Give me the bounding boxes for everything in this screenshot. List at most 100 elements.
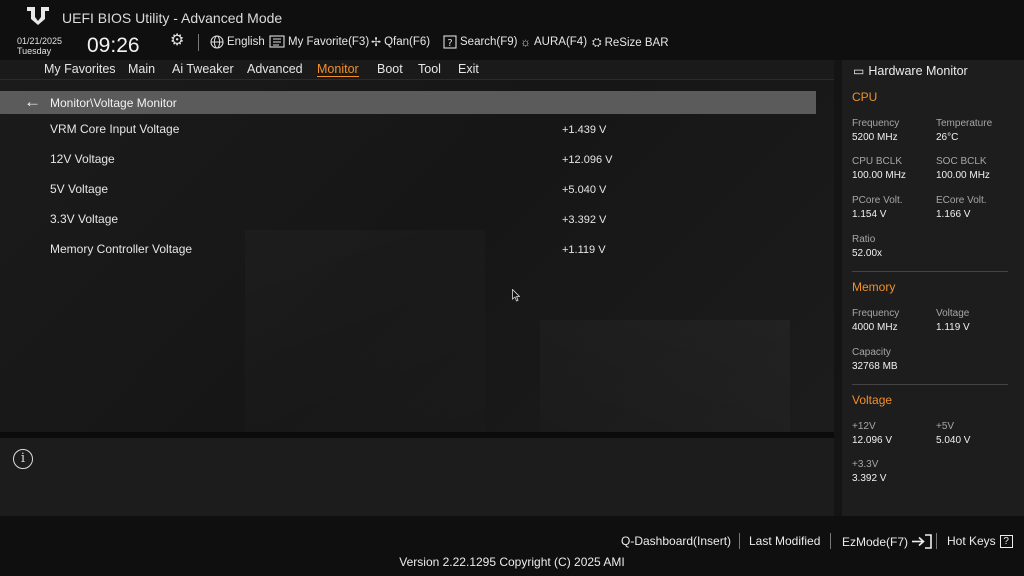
- tab-tool[interactable]: Tool: [418, 62, 441, 76]
- hardware-monitor-panel: ▭ Hardware Monitor CPU Frequency 5200 MHz…: [842, 60, 1024, 516]
- voltage-row-value: +5.040 V: [562, 184, 607, 196]
- footer-divider: [830, 533, 831, 549]
- version-text: Version 2.22.1295 Copyright (C) 2025 AMI: [399, 555, 625, 569]
- search-button[interactable]: ? Search(F9): [443, 35, 518, 49]
- tab-advanced[interactable]: Advanced: [247, 62, 303, 76]
- main-menu-bar: My Favorites Main Ai Tweaker Advanced Mo…: [0, 60, 834, 80]
- qfan-button[interactable]: ✢ Qfan(F6): [371, 35, 430, 49]
- hot-keys-label: Hot Keys: [947, 534, 996, 548]
- v5-value: 5.040 V: [936, 435, 971, 446]
- exit-mode-icon: [912, 534, 932, 549]
- memory-voltage-value: 1.119 V: [936, 322, 970, 333]
- app-title: UEFI BIOS Utility - Advanced Mode: [62, 10, 283, 26]
- voltage-row-value: +3.392 V: [562, 214, 607, 226]
- cpu-temperature-value: 26°C: [936, 132, 959, 143]
- voltage-row-label[interactable]: 12V Voltage: [50, 152, 115, 166]
- info-icon: i: [13, 449, 33, 469]
- section-divider: [852, 384, 1008, 385]
- tab-main[interactable]: Main: [128, 62, 155, 76]
- ratio-label: Ratio: [852, 234, 876, 245]
- memory-capacity-label: Capacity: [852, 347, 891, 358]
- aura-button[interactable]: ☼ AURA(F4): [520, 35, 587, 49]
- breadcrumb-path: Monitor\Voltage Monitor: [50, 96, 177, 110]
- tab-ai-tweaker[interactable]: Ai Tweaker: [172, 62, 234, 76]
- tab-monitor[interactable]: Monitor: [317, 62, 359, 77]
- ezmode-button[interactable]: EzMode(F7): [842, 534, 933, 549]
- hardware-monitor-title-text: Hardware Monitor: [868, 64, 968, 78]
- memory-voltage-label: Voltage: [936, 308, 970, 319]
- fan-icon: ✢: [371, 35, 382, 49]
- breadcrumb: ← Monitor\Voltage Monitor: [0, 91, 816, 114]
- resize-bar-icon: ⛭: [592, 35, 602, 49]
- voltage-row-value: +1.439 V: [562, 124, 607, 136]
- my-favorite-button[interactable]: My Favorite(F3): [269, 35, 369, 48]
- resize-bar-button[interactable]: ⛭ ReSize BAR: [592, 35, 669, 50]
- cpu-bclk-label: CPU BCLK: [852, 156, 903, 167]
- language-label: English: [227, 36, 265, 48]
- memory-heading: Memory: [852, 280, 896, 294]
- date-text: 01/21/2025: [17, 36, 63, 46]
- ecore-volt-label: ECore Volt.: [936, 195, 987, 206]
- resize-bar-label: ReSize BAR: [604, 36, 669, 49]
- help-panel: i: [0, 438, 834, 516]
- cpu-frequency-value: 5200 MHz: [852, 132, 898, 143]
- hot-keys-button[interactable]: Hot Keys ?: [947, 534, 1013, 548]
- clock-time: 09:26: [87, 34, 140, 57]
- footer-divider: [739, 533, 740, 549]
- tab-boot[interactable]: Boot: [377, 62, 403, 76]
- header-divider: [198, 34, 199, 51]
- ezmode-label: EzMode(F7): [842, 534, 909, 549]
- memory-capacity-value: 32768 MB: [852, 361, 898, 372]
- monitor-icon: ▭: [853, 64, 865, 78]
- date-display: 01/21/2025 Tuesday: [17, 36, 62, 56]
- memory-frequency-value: 4000 MHz: [852, 322, 898, 333]
- tab-my-favorites[interactable]: My Favorites: [44, 62, 116, 76]
- v12-value: 12.096 V: [852, 435, 893, 446]
- memory-frequency-label: Frequency: [852, 308, 900, 319]
- cpu-temperature-label: Temperature: [936, 118, 993, 129]
- tuf-logo-icon: [27, 7, 49, 25]
- voltage-row-value: +1.119 V: [562, 244, 606, 256]
- soc-bclk-value: 100.00 MHz: [936, 170, 990, 181]
- soc-bclk-label: SOC BCLK: [936, 156, 987, 167]
- voltage-row-label[interactable]: VRM Core Input Voltage: [50, 122, 179, 136]
- voltage-row-label[interactable]: 5V Voltage: [50, 182, 108, 196]
- my-favorite-label: My Favorite(F3): [288, 35, 370, 48]
- top-header: UEFI BIOS Utility - Advanced Mode 01/21/…: [0, 0, 1024, 60]
- favorite-icon: [269, 35, 285, 48]
- v33-value: 3.392 V: [852, 473, 887, 484]
- gear-icon[interactable]: ⚙: [170, 30, 184, 50]
- pcore-volt-label: PCore Volt.: [852, 195, 903, 206]
- cpu-frequency-label: Frequency: [852, 118, 900, 129]
- voltage-heading: Voltage: [852, 393, 893, 407]
- v33-label: +3.3V: [852, 459, 879, 470]
- back-arrow-icon[interactable]: ←: [24, 92, 41, 112]
- v5-label: +5V: [936, 421, 955, 432]
- last-modified-button[interactable]: Last Modified: [749, 534, 820, 548]
- aura-icon: ☼: [520, 35, 531, 49]
- q-dashboard-button[interactable]: Q-Dashboard(Insert): [621, 534, 731, 548]
- v12-label: +12V: [852, 421, 876, 432]
- mouse-cursor-icon: [512, 289, 520, 302]
- voltage-row-label[interactable]: 3.3V Voltage: [50, 212, 118, 226]
- voltage-row-value: +12.096 V: [562, 154, 613, 166]
- qfan-label: Qfan(F6): [384, 36, 431, 48]
- ratio-value: 52.00x: [852, 248, 883, 259]
- search-icon: ?: [443, 35, 457, 49]
- ecore-volt-value: 1.166 V: [936, 209, 971, 220]
- cpu-heading: CPU: [852, 90, 878, 104]
- tab-exit[interactable]: Exit: [458, 62, 479, 76]
- search-label: Search(F9): [460, 36, 518, 48]
- pcore-volt-value: 1.154 V: [852, 209, 887, 220]
- svg-text:?: ?: [447, 38, 452, 49]
- day-text: Tuesday: [17, 46, 52, 56]
- footer-bar: Q-Dashboard(Insert) Last Modified EzMode…: [0, 516, 1024, 576]
- footer-divider: [936, 533, 937, 549]
- cpu-bclk-value: 100.00 MHz: [852, 170, 906, 181]
- globe-icon: [210, 35, 224, 49]
- section-divider: [852, 271, 1008, 272]
- language-button[interactable]: English: [210, 35, 265, 49]
- help-icon: ?: [999, 534, 1013, 548]
- voltage-row-label[interactable]: Memory Controller Voltage: [50, 242, 192, 256]
- aura-label: AURA(F4): [534, 36, 588, 48]
